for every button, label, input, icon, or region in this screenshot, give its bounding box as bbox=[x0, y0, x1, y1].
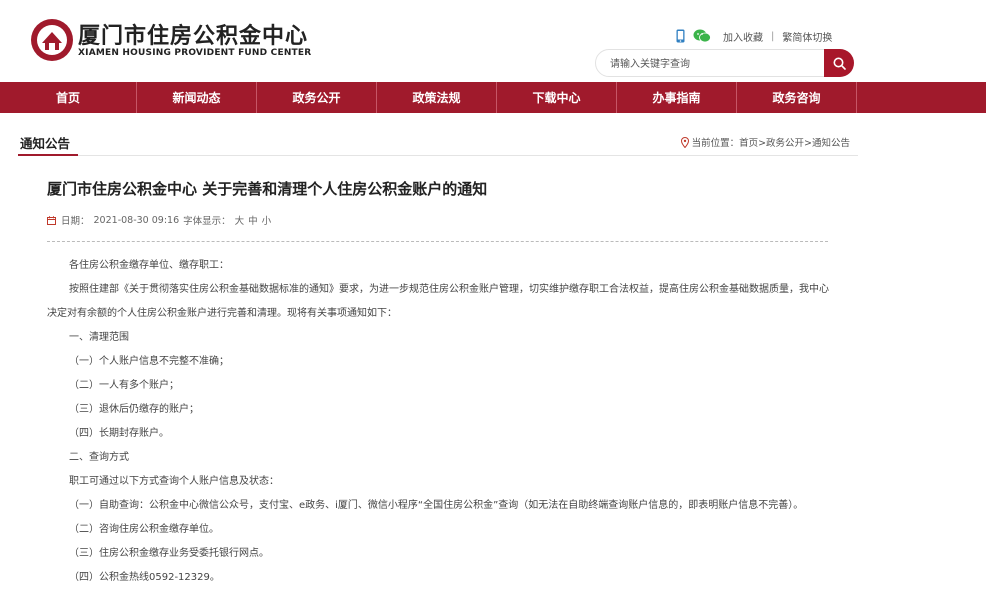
article-divider bbox=[47, 241, 828, 242]
mobile-icon[interactable] bbox=[676, 29, 685, 43]
date-label: 日期： bbox=[61, 216, 90, 227]
paragraph: （三）退休后仍缴存的账户； bbox=[69, 404, 199, 415]
add-favorite-link[interactable]: 加入收藏 bbox=[723, 29, 763, 44]
calendar-icon bbox=[47, 215, 56, 225]
article: 厦门市住房公积金中心 关于完善和清理个人住房公积金账户的通知 日期： 2021-… bbox=[47, 178, 830, 590]
paragraph: 各住房公积金缴存单位、缴存职工： bbox=[69, 260, 229, 271]
logo-chinese-name: 厦门市住房公积金中心 bbox=[78, 24, 309, 49]
site-header: 厦门市住房公积金中心 XIAMEN HOUSING PROVIDENT FUND… bbox=[0, 0, 986, 82]
paragraph: （二）咨询住房公积金缴存单位。 bbox=[69, 524, 219, 535]
location-pin-icon bbox=[680, 136, 689, 148]
section-underline bbox=[18, 154, 78, 156]
paragraph: （四）长期封存账户。 bbox=[69, 428, 169, 439]
search-box bbox=[595, 49, 854, 77]
main-nav: 首页 新闻动态 政务公开 政策法规 下载中心 办事指南 政务咨询 bbox=[0, 82, 986, 113]
section-title: 通知公告 bbox=[20, 136, 71, 151]
nav-item-downloads[interactable]: 下载中心 bbox=[497, 82, 617, 113]
article-body: 各住房公积金缴存单位、缴存职工： 按照住建部《关于贯彻落实住房公积金基础数据标准… bbox=[47, 254, 830, 590]
logo-emblem-icon bbox=[31, 19, 73, 61]
paragraph: （二）一人有多个账户； bbox=[69, 380, 179, 391]
breadcrumb: 当前位置： 首页>政务公开>通知公告 bbox=[680, 135, 850, 149]
search-input[interactable] bbox=[610, 55, 810, 73]
paragraph: 按照住建部《关于贯彻落实住房公积金基础数据标准的通知》要求，为进一步规范住房公积… bbox=[47, 284, 829, 319]
search-icon bbox=[833, 57, 846, 70]
breadcrumb-path[interactable]: 首页>政务公开>通知公告 bbox=[739, 135, 850, 149]
nav-item-gov-affairs[interactable]: 政务公开 bbox=[257, 82, 377, 113]
top-links: 加入收藏 | 繁简体切换 bbox=[676, 28, 832, 44]
article-meta: 日期： 2021-08-30 09:16 字体显示： 大 中 小 bbox=[47, 213, 830, 227]
article-title: 厦门市住房公积金中心 关于完善和清理个人住房公积金账户的通知 bbox=[47, 180, 488, 198]
nav-item-news[interactable]: 新闻动态 bbox=[137, 82, 257, 113]
paragraph: （一）个人账户信息不完整不准确； bbox=[69, 356, 229, 367]
publish-date: 2021-08-30 09:16 bbox=[93, 214, 180, 226]
font-size-small[interactable]: 小 bbox=[262, 213, 272, 227]
paragraph: （四）公积金热线0592-12329。 bbox=[69, 572, 220, 583]
language-switch-link[interactable]: 繁简体切换 bbox=[782, 29, 832, 44]
font-size-medium[interactable]: 中 bbox=[248, 213, 258, 227]
site-logo[interactable]: 厦门市住房公积金中心 XIAMEN HOUSING PROVIDENT FUND… bbox=[30, 18, 330, 68]
paragraph: 一、清理范围 bbox=[69, 332, 129, 343]
paragraph: 职工可通过以下方式查询个人账户信息及状态： bbox=[69, 476, 279, 487]
paragraph: 二、查询方式 bbox=[69, 452, 129, 463]
nav-item-consult[interactable]: 政务咨询 bbox=[737, 82, 857, 113]
nav-item-guide[interactable]: 办事指南 bbox=[617, 82, 737, 113]
nav-filler bbox=[857, 82, 986, 113]
font-size-label: 字体显示： bbox=[183, 216, 231, 227]
search-button[interactable] bbox=[824, 49, 854, 77]
paragraph: （三）住房公积金缴存业务受委托银行网点。 bbox=[69, 548, 269, 559]
breadcrumb-bar: 通知公告 当前位置： 首页>政务公开>通知公告 bbox=[18, 130, 858, 156]
breadcrumb-label: 当前位置： bbox=[691, 138, 740, 149]
paragraph: （一）自助查询：公积金中心微信公众号，支付宝、e政务、i厦门、微信小程序“全国住… bbox=[69, 500, 804, 511]
font-size-large[interactable]: 大 bbox=[235, 213, 245, 227]
logo-english-name: XIAMEN HOUSING PROVIDENT FUND CENTER bbox=[78, 48, 312, 58]
link-separator: | bbox=[771, 30, 775, 42]
nav-item-home[interactable]: 首页 bbox=[0, 82, 137, 113]
nav-item-policies[interactable]: 政策法规 bbox=[377, 82, 497, 113]
wechat-icon[interactable] bbox=[693, 29, 711, 43]
